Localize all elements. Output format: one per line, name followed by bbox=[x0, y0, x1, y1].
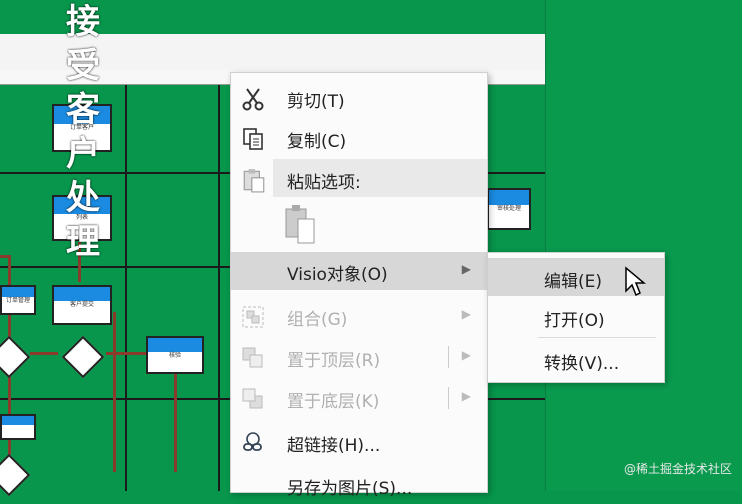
diagram-node: 订单管理 bbox=[0, 285, 36, 315]
slide-right-area bbox=[545, 0, 742, 491]
submenu-arrow-icon: ▶ bbox=[461, 262, 471, 276]
menu-label: 转换(V)... bbox=[544, 354, 620, 374]
menu-item-send-to-back[interactable]: 置于底层(K) ▶ bbox=[231, 379, 487, 417]
decision-diamond bbox=[61, 335, 105, 379]
paste-icon bbox=[285, 205, 315, 244]
link-icon bbox=[243, 432, 262, 451]
submenu-item-convert[interactable]: 转换(V)... bbox=[488, 340, 664, 378]
swimlane-vertical bbox=[218, 85, 220, 491]
menu-label: 超链接(H)... bbox=[287, 436, 381, 456]
submenu-arrow-icon: ▶ bbox=[461, 307, 471, 321]
menu-label: 置于顶层(R) bbox=[287, 351, 381, 371]
menu-item-bring-to-front[interactable]: 置于顶层(R) ▶ bbox=[231, 338, 487, 376]
submenu-arrow-icon: ▶ bbox=[461, 389, 471, 403]
menu-item-save-as-picture[interactable]: 另存为图片(S)... bbox=[231, 466, 487, 504]
flow-connector bbox=[106, 352, 146, 355]
split-divider bbox=[448, 387, 449, 409]
menu-separator bbox=[538, 337, 656, 338]
swimlane-vertical bbox=[125, 85, 127, 491]
scissors-icon bbox=[242, 88, 264, 111]
menu-item-visio-object[interactable]: Visio对象(O) ▶ bbox=[231, 252, 487, 290]
menu-label: 组合(G) bbox=[287, 310, 348, 330]
flow-connector bbox=[30, 352, 58, 355]
slide-title-vertical: 接受客户处理 bbox=[66, 2, 100, 262]
menu-label: 编辑(E) bbox=[544, 272, 603, 292]
diagram-node: 核验 bbox=[146, 336, 204, 374]
diagram-node bbox=[0, 414, 36, 440]
menu-item-group[interactable]: 组合(G) ▶ bbox=[231, 297, 487, 335]
decision-diamond bbox=[0, 453, 31, 497]
menu-label: 置于底层(K) bbox=[287, 392, 380, 412]
menu-item-hyperlink[interactable]: 超链接(H)... bbox=[231, 423, 487, 461]
menu-label: 另存为图片(S)... bbox=[287, 479, 413, 499]
clipboard-icon bbox=[241, 167, 267, 193]
context-menu: 剪切(T) 复制(C) 粘贴选项: Visio对象(O) ▶ 组合(G) ▶ 置… bbox=[230, 72, 488, 499]
copy-icon bbox=[243, 128, 263, 150]
send-to-back-icon bbox=[242, 388, 263, 409]
diagram-node: 审核处理 bbox=[487, 188, 531, 230]
bring-to-front-icon bbox=[242, 347, 263, 368]
decision-diamond bbox=[0, 335, 31, 379]
menu-item-cut[interactable]: 剪切(T) bbox=[231, 79, 487, 117]
menu-label: 复制(C) bbox=[287, 132, 347, 152]
group-icon bbox=[242, 306, 264, 328]
mouse-pointer-icon bbox=[625, 266, 646, 297]
diagram-node: 客户提交 bbox=[52, 285, 112, 325]
paste-keep-source-button[interactable] bbox=[283, 203, 319, 247]
flow-connector bbox=[113, 312, 116, 472]
menu-label: 打开(O) bbox=[544, 311, 605, 331]
paste-options-header: 粘贴选项: bbox=[273, 159, 487, 197]
menu-label: Visio对象(O) bbox=[287, 265, 388, 285]
submenu-item-open[interactable]: 打开(O) bbox=[488, 297, 664, 335]
watermark: @稀土掘金技术社区 bbox=[623, 462, 732, 476]
split-divider bbox=[448, 346, 449, 368]
submenu-arrow-icon: ▶ bbox=[461, 348, 471, 362]
menu-label: 剪切(T) bbox=[287, 92, 345, 112]
flow-connector bbox=[174, 372, 177, 472]
paste-options-label: 粘贴选项: bbox=[287, 173, 361, 193]
menu-item-copy[interactable]: 复制(C) bbox=[231, 119, 487, 157]
